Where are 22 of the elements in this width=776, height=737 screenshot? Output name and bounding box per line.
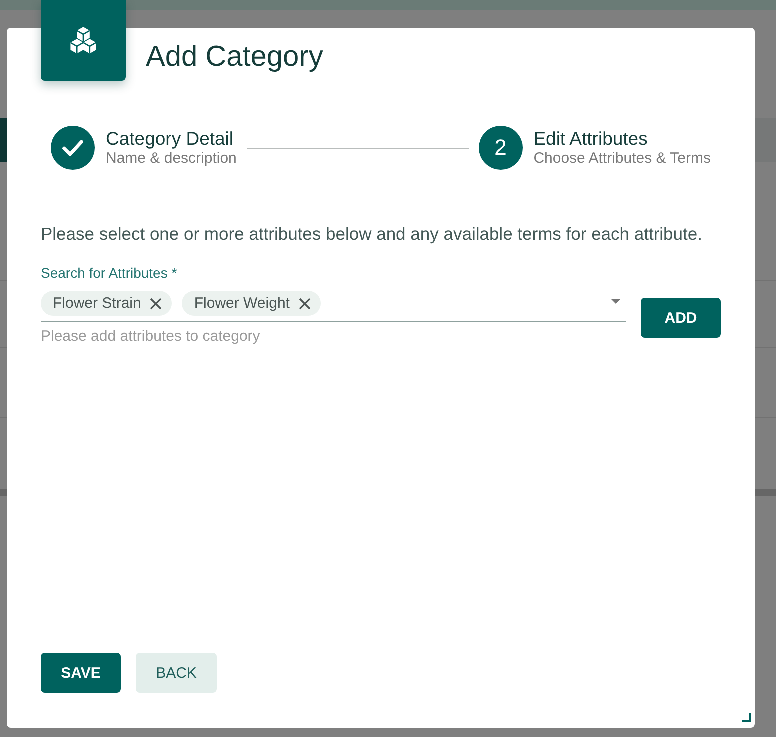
- step-subtitle: Choose Attributes & Terms: [534, 150, 711, 168]
- attribute-search-field[interactable]: Search for Attributes * Flower Strain Flower Weight: [41, 264, 626, 322]
- instructions-text: Please select one or more attributes below and any available terms for each attribute.: [41, 223, 704, 245]
- background-panel: [0, 118, 7, 162]
- close-icon[interactable]: [298, 298, 311, 310]
- step-number: 2: [478, 126, 523, 170]
- dropdown-caret-icon[interactable]: [611, 299, 621, 304]
- chip-label: Flower Strain: [53, 295, 142, 312]
- attribute-chip[interactable]: Flower Weight: [182, 291, 321, 316]
- save-button[interactable]: SAVE: [41, 653, 121, 693]
- field-hint: Please add attributes to category: [41, 328, 262, 346]
- dialog-title: Add Category: [146, 40, 324, 75]
- chip-label: Flower Weight: [194, 295, 290, 312]
- step-subtitle: Name & description: [106, 150, 237, 168]
- step-title: Category Detail: [106, 128, 235, 150]
- resize-handle-icon[interactable]: [742, 713, 751, 722]
- step-title: Edit Attributes: [534, 128, 649, 150]
- back-button[interactable]: BACK: [136, 653, 217, 693]
- close-icon[interactable]: [150, 298, 162, 310]
- field-label: Search for Attributes *: [41, 264, 178, 282]
- attribute-chip[interactable]: Flower Strain: [41, 291, 172, 316]
- add-button[interactable]: ADD: [641, 298, 721, 338]
